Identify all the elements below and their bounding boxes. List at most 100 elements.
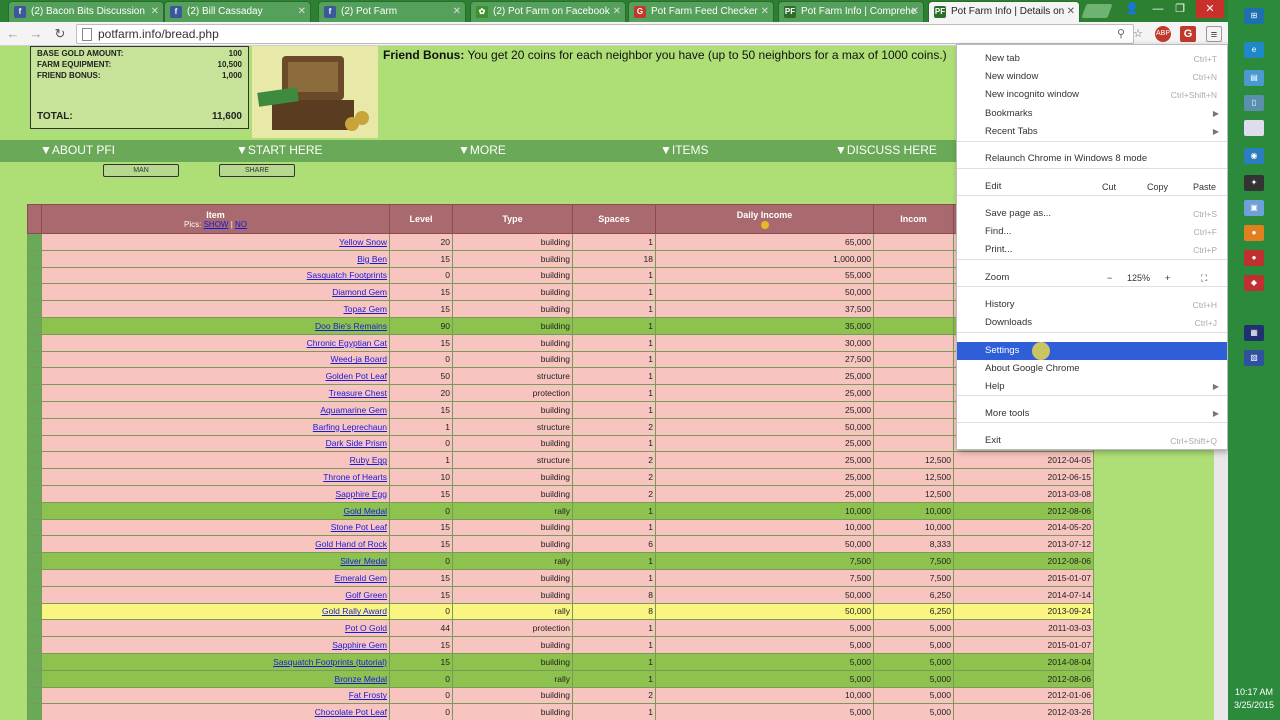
item-link[interactable]: Sasquatch Footprints bbox=[41, 266, 390, 285]
item-link[interactable]: Silver Medal bbox=[41, 552, 390, 570]
close-tab-icon[interactable]: ✕ bbox=[761, 2, 769, 21]
tab-6[interactable]: PF Pot Farm Info | Comprehe ✕ bbox=[778, 1, 924, 22]
item-link[interactable]: Aquamarine Gem bbox=[41, 400, 390, 419]
paste-button[interactable]: Paste bbox=[1193, 178, 1216, 196]
item-link[interactable]: Emerald Gem bbox=[41, 568, 390, 587]
start-icon[interactable]: ⊞ bbox=[1244, 8, 1264, 24]
item-link[interactable]: Sasquatch Footprints (tutorial) bbox=[41, 652, 390, 671]
pics-show-link[interactable]: SHOW bbox=[204, 220, 229, 229]
item-link[interactable]: Bronze Medal bbox=[41, 669, 390, 688]
app2-icon[interactable]: ◉ bbox=[1244, 148, 1264, 164]
new-tab-button[interactable] bbox=[1081, 4, 1113, 18]
header-level[interactable]: Level bbox=[389, 204, 453, 234]
app6-icon[interactable]: ● bbox=[1244, 250, 1264, 266]
menu-exit[interactable]: Exit Ctrl+Shift+Q bbox=[957, 432, 1227, 450]
tab-3[interactable]: f (2) Pot Farm ✕ bbox=[318, 1, 466, 22]
chrome-menu-icon[interactable]: ≡ bbox=[1206, 26, 1222, 42]
item-link[interactable]: Sapphire Egg bbox=[41, 484, 390, 503]
adblock-icon[interactable]: ABP bbox=[1155, 26, 1171, 42]
zoom-icon[interactable]: ⚲ bbox=[1113, 26, 1129, 42]
man-button[interactable]: MAN bbox=[103, 164, 179, 177]
item-link[interactable]: Fat Frosty bbox=[41, 686, 390, 705]
system-clock[interactable]: 10:17 AM 3/25/2015 bbox=[1232, 686, 1276, 712]
nav-about[interactable]: ▼ABOUT PFI bbox=[40, 143, 115, 157]
minimize-button[interactable]: — bbox=[1146, 0, 1170, 18]
item-link[interactable]: Throne of Hearts bbox=[41, 468, 390, 486]
bookmark-star-icon[interactable]: ☆ bbox=[1130, 26, 1146, 42]
item-link[interactable]: Weed-ja Board bbox=[41, 350, 390, 369]
header-daily[interactable]: Daily Income bbox=[655, 204, 874, 234]
chrome-icon[interactable] bbox=[1244, 120, 1264, 136]
restore-button[interactable]: ❐ bbox=[1168, 0, 1192, 18]
close-tab-icon[interactable]: ✕ bbox=[1067, 2, 1075, 21]
item-link[interactable]: Gold Hand of Rock bbox=[41, 535, 390, 554]
item-link[interactable]: Gold Medal bbox=[41, 501, 390, 520]
item-link[interactable]: Pot O Gold bbox=[41, 619, 390, 638]
close-tab-icon[interactable]: ✕ bbox=[911, 2, 919, 21]
item-link[interactable]: Doo Bie's Remains bbox=[41, 316, 390, 335]
item-link[interactable]: Chocolate Pot Leaf bbox=[41, 703, 390, 720]
item-link[interactable]: Diamond Gem bbox=[41, 283, 390, 302]
fullscreen-icon[interactable]: ⛶ bbox=[1201, 269, 1207, 287]
tab-5[interactable]: G Pot Farm Feed Checker ✕ bbox=[628, 1, 774, 22]
header-income[interactable]: Incom bbox=[873, 204, 954, 234]
item-link[interactable]: Ruby Egg bbox=[41, 451, 390, 470]
share-button[interactable]: SHARE bbox=[219, 164, 295, 177]
menu-zoom[interactable]: Zoom − 125% + ⛶ bbox=[957, 269, 1227, 287]
menu-edit[interactable]: Edit Cut Copy Paste bbox=[957, 178, 1227, 196]
close-tab-icon[interactable]: ✕ bbox=[613, 2, 621, 21]
menu-bookmarks[interactable]: Bookmarks ▶ bbox=[957, 105, 1227, 123]
url-text[interactable]: potfarm.info/bread.php bbox=[98, 25, 219, 43]
tab-7[interactable]: PF Pot Farm Info | Details on ✕ bbox=[928, 1, 1080, 22]
item-link[interactable]: Barfing Leprechaun bbox=[41, 417, 390, 436]
menu-relaunch-chrome-in-windows-8-mode[interactable]: Relaunch Chrome in Windows 8 mode bbox=[957, 150, 1227, 168]
item-link[interactable]: Dark Side Prism bbox=[41, 434, 390, 453]
copy-button[interactable]: Copy bbox=[1147, 178, 1168, 196]
item-link[interactable]: Sapphire Gem bbox=[41, 636, 390, 654]
app-icon[interactable]: ▯ bbox=[1244, 95, 1264, 111]
item-link[interactable]: Treasure Chest bbox=[41, 384, 390, 402]
menu-help[interactable]: Help ▶ bbox=[957, 378, 1227, 396]
menu-about-google-chrome[interactable]: About Google Chrome bbox=[957, 360, 1227, 378]
tab-4[interactable]: ✿ (2) Pot Farm on Facebook ✕ bbox=[470, 1, 626, 22]
tab-1[interactable]: f (2) Bacon Bits Discussion ✕ bbox=[8, 1, 164, 22]
close-window-button[interactable]: ✕ bbox=[1196, 0, 1224, 18]
menu-find[interactable]: Find... Ctrl+F bbox=[957, 223, 1227, 241]
close-tab-icon[interactable]: ✕ bbox=[298, 2, 306, 21]
menu-more-tools[interactable]: More tools ▶ bbox=[957, 405, 1227, 423]
app3-icon[interactable]: ✦ bbox=[1244, 175, 1264, 191]
close-tab-icon[interactable]: ✕ bbox=[151, 2, 159, 21]
pics-no-link[interactable]: NO bbox=[235, 220, 247, 229]
tab-2[interactable]: f (2) Bill Cassaday ✕ bbox=[164, 1, 311, 22]
item-link[interactable]: Chronic Egyptian Cat bbox=[41, 333, 390, 352]
menu-downloads[interactable]: Downloads Ctrl+J bbox=[957, 314, 1227, 332]
menu-new-window[interactable]: New window Ctrl+N bbox=[957, 68, 1227, 86]
item-link[interactable]: Big Ben bbox=[41, 249, 390, 268]
menu-new-tab[interactable]: New tab Ctrl+T bbox=[957, 50, 1227, 68]
menu-settings[interactable]: Settings bbox=[957, 342, 1227, 360]
nav-items[interactable]: ▼ITEMS bbox=[660, 143, 709, 157]
address-bar[interactable]: potfarm.info/bread.php ⚲ bbox=[76, 24, 1134, 44]
item-link[interactable]: Topaz Gem bbox=[41, 300, 390, 318]
nav-discuss[interactable]: ▼DISCUSS HERE bbox=[835, 143, 937, 157]
menu-history[interactable]: History Ctrl+H bbox=[957, 296, 1227, 314]
nav-more[interactable]: ▼MORE bbox=[458, 143, 506, 157]
zoom-in-button[interactable]: + bbox=[1165, 269, 1170, 287]
app8-icon[interactable]: ▦ bbox=[1244, 325, 1264, 341]
app9-icon[interactable]: ▧ bbox=[1244, 350, 1264, 366]
user-icon[interactable]: 👤 bbox=[1120, 0, 1144, 18]
item-link[interactable]: Golf Green bbox=[41, 585, 390, 604]
menu-save-page-as[interactable]: Save page as... Ctrl+S bbox=[957, 205, 1227, 223]
item-link[interactable]: Yellow Snow bbox=[41, 233, 390, 251]
explorer-icon[interactable]: ▤ bbox=[1244, 70, 1264, 86]
item-link[interactable]: Stone Pot Leaf bbox=[41, 518, 390, 537]
menu-new-incognito-window[interactable]: New incognito window Ctrl+Shift+N bbox=[957, 86, 1227, 104]
ie-icon[interactable]: e bbox=[1244, 42, 1264, 58]
header-type[interactable]: Type bbox=[452, 204, 573, 234]
menu-print[interactable]: Print... Ctrl+P bbox=[957, 241, 1227, 259]
item-link[interactable]: Gold Rally Award bbox=[41, 602, 390, 621]
app7-icon[interactable]: ◆ bbox=[1244, 275, 1264, 291]
zoom-out-button[interactable]: − bbox=[1107, 269, 1112, 287]
cut-button[interactable]: Cut bbox=[1102, 178, 1116, 196]
header-spaces[interactable]: Spaces bbox=[572, 204, 656, 234]
